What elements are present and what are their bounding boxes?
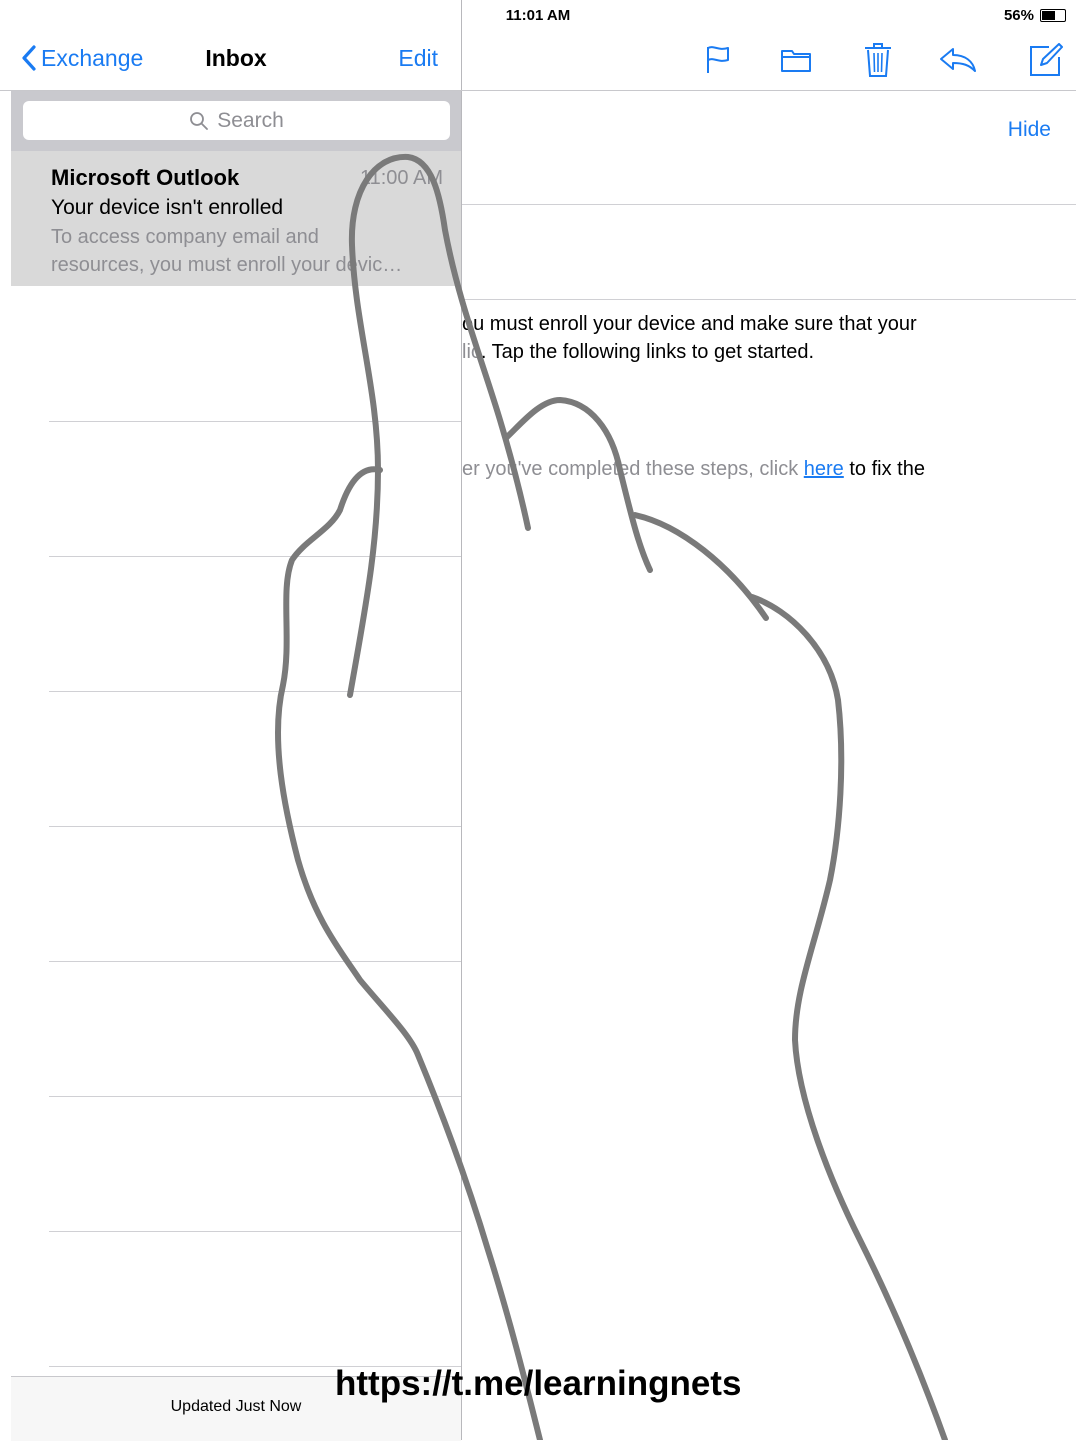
header-divider <box>462 204 1076 205</box>
here-link[interactable]: here <box>804 458 844 480</box>
nav-divider <box>0 90 1076 91</box>
message-preview-line: To access company email and <box>51 226 319 248</box>
message-sender: Microsoft Outlook <box>51 165 240 190</box>
list-separator <box>49 556 461 557</box>
watermark-url: https://t.me/learningnets <box>335 1364 742 1403</box>
list-separator <box>49 1096 461 1097</box>
message-body-fragment: lic <box>462 341 481 363</box>
pane-divider <box>461 0 462 1440</box>
search-bar: Search <box>11 91 461 151</box>
message-list-item[interactable]: Microsoft Outlook 11:00 AM Your device i… <box>11 151 461 286</box>
battery-icon <box>1040 9 1066 22</box>
message-body-line: er you've completed these steps, click h… <box>462 458 925 481</box>
message-body-fragment: . Tap the following links to get started… <box>480 341 815 363</box>
message-body-fragment: er you've completed these steps, click <box>462 458 804 480</box>
message-subject: Your device isn't enrolled <box>51 196 284 219</box>
list-separator <box>49 421 461 422</box>
search-icon <box>190 111 209 130</box>
list-separator <box>49 826 461 827</box>
header-divider <box>462 299 1076 300</box>
status-right: 56% <box>1004 7 1066 24</box>
page-title: Inbox <box>205 45 267 71</box>
list-separator <box>49 691 461 692</box>
reply-button[interactable] <box>938 40 978 80</box>
message-body-line: lic. Tap the following links to get star… <box>462 341 814 364</box>
mailbox-pane: Exchange Inbox Edit Search Microsoft Out… <box>11 0 461 1441</box>
message-body-fragment: to fix the <box>843 458 925 480</box>
hide-button[interactable]: Hide <box>1008 118 1051 142</box>
battery-percent: 56% <box>1003 7 1034 24</box>
trash-icon <box>865 43 891 77</box>
flag-icon <box>707 46 729 73</box>
message-preview: To access company email and resources, y… <box>51 223 451 279</box>
mailbox-nav-bar: Exchange Inbox Edit <box>11 30 461 90</box>
search-placeholder: Search <box>217 108 284 132</box>
compose-button[interactable] <box>1026 40 1066 80</box>
delete-button[interactable] <box>858 40 898 80</box>
move-to-folder-button[interactable] <box>776 40 816 80</box>
flag-button[interactable] <box>698 40 738 80</box>
search-input[interactable]: Search <box>23 101 450 140</box>
message-body-line: ou must enroll your device and make sure… <box>462 313 917 335</box>
folder-icon <box>781 50 811 72</box>
compose-icon <box>1030 43 1063 76</box>
message-toolbar <box>462 30 1076 90</box>
edit-button[interactable]: Edit <box>398 45 438 72</box>
message-preview-line: resources, you must enroll your devic… <box>51 254 403 276</box>
list-separator <box>49 1231 461 1232</box>
message-time: 11:00 AM <box>359 167 443 189</box>
reply-icon <box>940 48 976 72</box>
list-separator <box>49 961 461 962</box>
